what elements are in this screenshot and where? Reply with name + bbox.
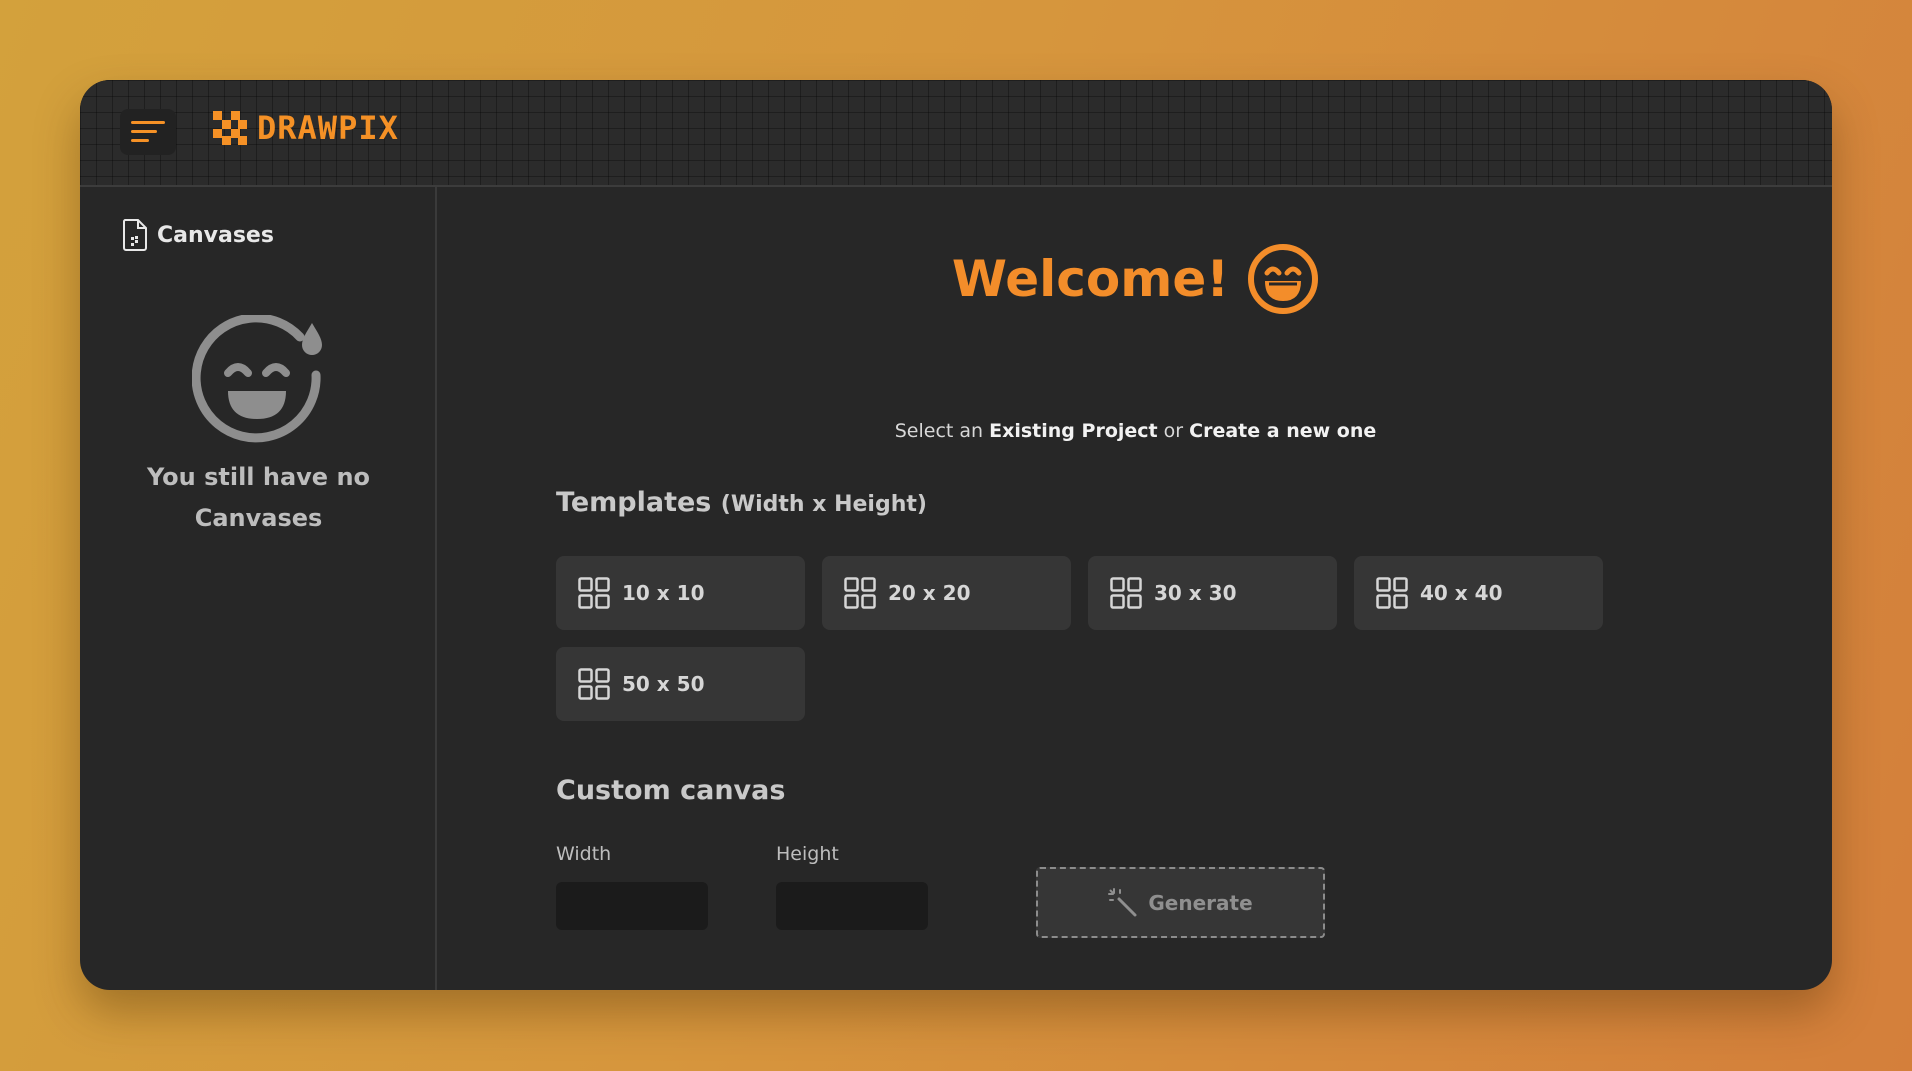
grid-icon xyxy=(578,577,610,609)
welcome-header: Welcome! xyxy=(439,243,1832,315)
grid-icon xyxy=(578,668,610,700)
subtitle-or: or xyxy=(1163,420,1184,442)
hamburger-menu-icon xyxy=(131,121,165,142)
template-30x30-button[interactable]: 30 x 30 xyxy=(1088,556,1337,630)
sidebar-header[interactable]: Canvases xyxy=(122,219,274,251)
magic-wand-icon xyxy=(1108,887,1137,916)
custom-canvas-heading: Custom canvas xyxy=(556,775,786,806)
templates-title: Templates xyxy=(556,487,712,518)
app-name: DRAWPIX xyxy=(257,109,399,147)
menu-button[interactable] xyxy=(120,109,176,155)
sweat-smile-face-icon xyxy=(192,315,322,443)
grid-icon xyxy=(1376,577,1408,609)
top-bar: DRAWPIX xyxy=(80,80,1832,187)
height-input[interactable] xyxy=(776,882,928,930)
empty-state-line-2: Canvases xyxy=(194,504,323,532)
app-logo[interactable]: DRAWPIX xyxy=(213,111,399,145)
template-label: 50 x 50 xyxy=(622,672,705,696)
sidebar-title: Canvases xyxy=(157,222,274,248)
empty-state-line-1: You still have no xyxy=(146,463,371,491)
template-20x20-button[interactable]: 20 x 20 xyxy=(822,556,1071,630)
template-label: 40 x 40 xyxy=(1420,581,1503,605)
subtitle-prefix: Select an xyxy=(894,420,984,442)
grid-icon xyxy=(1110,577,1142,609)
main-panel: Welcome! Select an Existing Project or C… xyxy=(439,187,1832,990)
grin-face-icon xyxy=(1248,244,1319,314)
document-icon xyxy=(122,219,147,251)
grid-icon xyxy=(844,577,876,609)
generate-label: Generate xyxy=(1148,890,1253,915)
sidebar: Canvases You still have no Canvases xyxy=(80,187,437,990)
generate-button[interactable]: Generate xyxy=(1036,867,1325,938)
template-label: 30 x 30 xyxy=(1154,581,1237,605)
templates-subtitle: (Width x Height) xyxy=(720,492,927,517)
width-input[interactable] xyxy=(556,882,708,930)
height-label: Height xyxy=(776,843,839,865)
empty-state-message: You still have no Canvases xyxy=(80,457,437,539)
template-40x40-button[interactable]: 40 x 40 xyxy=(1354,556,1603,630)
templates-heading: Templates (Width x Height) xyxy=(556,487,927,518)
welcome-subtitle: Select an Existing Project or Create a n… xyxy=(439,420,1832,442)
welcome-title: Welcome! xyxy=(951,250,1230,308)
template-label: 20 x 20 xyxy=(888,581,971,605)
app-window: DRAWPIX Canvases You still have no Canva… xyxy=(80,80,1832,990)
width-label: Width xyxy=(556,843,612,865)
template-10x10-button[interactable]: 10 x 10 xyxy=(556,556,805,630)
template-label: 10 x 10 xyxy=(622,581,705,605)
subtitle-existing-project: Existing Project xyxy=(989,420,1158,442)
subtitle-create-new: Create a new one xyxy=(1189,420,1377,442)
pixel-checker-logo-icon xyxy=(213,111,247,145)
template-50x50-button[interactable]: 50 x 50 xyxy=(556,647,805,721)
